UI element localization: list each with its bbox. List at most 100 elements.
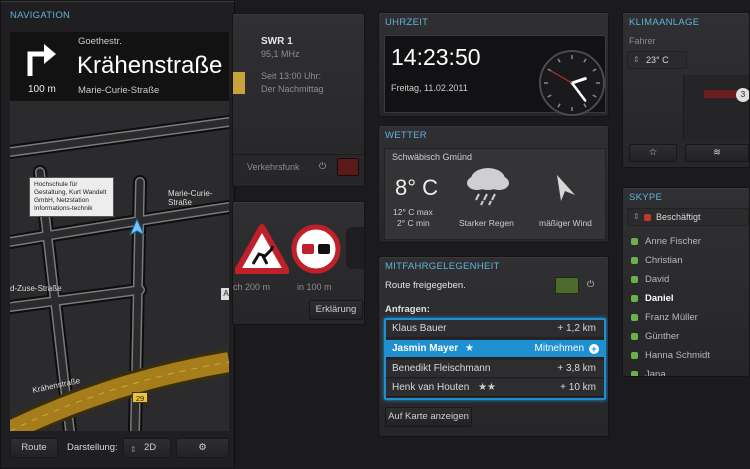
contact-item[interactable]: Jana [631, 366, 749, 377]
rain-cloud-icon [467, 168, 509, 206]
poi-callout[interactable]: Hochschule für Gestaltung, Kurt Wandelt … [29, 177, 114, 217]
contact-name: Daniel [645, 293, 674, 304]
traffic-signs-panel: ch 200 m in 100 m Erklärung [232, 201, 365, 325]
airflow-icon: ≋ [713, 147, 721, 158]
contact-item[interactable]: Christian [631, 252, 749, 270]
clock-display: 14:23:50 Freitag, 11.02.2011 [384, 35, 606, 116]
skype-panel: SKYPE ⇕ Beschäftigt Anne Fischer Christia… [622, 187, 750, 377]
temperature-value: 23° C [646, 55, 669, 65]
status-select[interactable]: ⇕ Beschäftigt [627, 208, 749, 226]
navigation-map[interactable]: 100 m Goethestr. Krähenstraße Marie-Curi… [10, 32, 229, 431]
ride-toggle[interactable] [555, 277, 579, 294]
requests-list: Klaus Bauer + 1,2 km Jasmin Mayer ★ Mitn… [384, 318, 606, 400]
contact-name: Franz Müller [645, 312, 698, 323]
take-along-label: Mitnehmen [534, 343, 584, 354]
divider [233, 154, 364, 155]
contact-name: Christian [645, 255, 683, 266]
clock-tick [592, 94, 597, 98]
request-distance: + 10 km [560, 382, 596, 393]
traffic-toggle[interactable] [337, 158, 359, 176]
minute-hand [570, 81, 587, 102]
level-badge: 3 [736, 88, 749, 102]
radio-panel: SWR 1 95,1 MHz Seit 13:00 Uhr: Der Nachm… [232, 13, 365, 187]
weather-max: 12° C max [393, 207, 433, 217]
contact-name: Jana [645, 369, 666, 377]
clock-tick [547, 94, 552, 98]
online-status-icon [631, 238, 638, 245]
navigation-panel: NAVIGATION 100 m Goethestr. Krähenstraße… [0, 0, 235, 469]
power-icon[interactable]: ⏻ [319, 161, 326, 172]
temperature-select[interactable]: ⇕ 23° C [627, 51, 687, 69]
darstellung-label: Darstellung: [67, 442, 118, 453]
radio-logo-icon [233, 72, 245, 94]
contact-item[interactable]: Günther [631, 328, 749, 346]
seat-visual [683, 75, 749, 141]
request-name: Henk van Houten [392, 382, 470, 393]
climate-panel: KLIMAANLAGE Fahrer ⇕ 23° C 3 ☆ ≋ [622, 12, 750, 168]
contact-item[interactable]: Franz Müller [631, 309, 749, 327]
wind-direction-icon [557, 175, 575, 201]
request-row[interactable]: Benedikt Fleischmann + 3,8 km [386, 360, 604, 378]
climate-header: KLIMAANLAGE [629, 17, 700, 28]
partial-sign-icon [346, 227, 364, 269]
online-status-icon [631, 295, 638, 302]
rating-stars: ★★ [478, 382, 496, 393]
online-status-icon [631, 352, 638, 359]
contact-item[interactable]: Hanna Schmidt [631, 347, 749, 365]
online-status-icon [631, 314, 638, 321]
street-label-marie-curie: Marie-Curie-Straße [168, 189, 213, 207]
sign-distance-1: ch 200 m [233, 282, 271, 292]
clock-tick [592, 68, 597, 72]
stepper-icon: ⇕ [633, 55, 640, 64]
clock-tick [547, 68, 552, 72]
contact-name: Hanna Schmidt [645, 350, 710, 361]
analog-clock-hands [544, 55, 600, 111]
direction-box: 100 m Goethestr. Krähenstraße Marie-Curi… [10, 32, 229, 101]
request-row-selected[interactable]: Jasmin Mayer ★ Mitnehmen + [386, 340, 604, 358]
digital-time: 14:23:50 [391, 44, 481, 70]
turn-distance: 100 m [28, 84, 56, 95]
ride-header: MITFAHRGELEGENHEIT [385, 261, 500, 272]
airflow-button[interactable]: ≋ [685, 144, 749, 162]
clock-panel: UHRZEIT 14:23:50 Freitag, 11.02.2011 [378, 12, 609, 117]
contact-name: Günther [645, 331, 680, 342]
settings-button[interactable]: ⚙ [176, 438, 229, 458]
contact-item[interactable]: David [631, 271, 749, 289]
deer-warning-sign-icon [235, 224, 289, 274]
stepper-icon: ⇕ [633, 212, 640, 221]
route-button[interactable]: Route [10, 438, 58, 458]
show-on-map-button[interactable]: Auf Karte anzeigen [385, 407, 472, 427]
radio-program: Der Nachmittag [261, 84, 324, 94]
request-row[interactable]: Klaus Bauer + 1,2 km [386, 320, 604, 338]
favorite-button[interactable]: ☆ [629, 144, 677, 162]
online-status-icon [631, 333, 638, 340]
analog-clock [539, 50, 605, 116]
request-row[interactable]: Henk van Houten ★★ + 10 km [386, 379, 604, 397]
skype-header: SKYPE [629, 192, 663, 203]
power-icon[interactable]: ⏻ [587, 279, 594, 290]
request-distance: + 3,8 km [557, 363, 596, 374]
second-hand [550, 70, 573, 84]
display-mode-select[interactable]: ⇕ 2D [123, 438, 171, 458]
contact-item[interactable]: Anne Fischer [631, 233, 749, 251]
radio-frequency: 95,1 MHz [261, 49, 300, 59]
explain-button[interactable]: Erklärung [309, 300, 363, 320]
navigation-toolbar: Route Darstellung: ⇕ 2D ⚙ [10, 438, 229, 458]
turn-right-arrow-icon [24, 40, 58, 76]
gear-icon: ⚙ [198, 442, 207, 453]
street-label-zuse: d-Zuse-Straße [10, 284, 62, 293]
clock-tick [557, 103, 561, 108]
hour-hand [570, 77, 587, 85]
contact-item[interactable]: Daniel [631, 290, 749, 308]
no-overtaking-sign-icon [291, 224, 341, 274]
weather-condition: Starker Regen [459, 218, 514, 228]
add-icon[interactable]: + [589, 344, 599, 354]
stepper-icon: ⇕ [130, 445, 137, 454]
request-distance: + 1,2 km [557, 323, 596, 334]
request-name: Jasmin Mayer [392, 343, 459, 354]
weather-city: Schwäbisch Gmünd [392, 152, 473, 162]
weather-panel: WETTER Schwäbisch Gmünd 8° C 12° C max 2… [378, 125, 609, 243]
online-status-icon [631, 257, 638, 264]
clock-header: UHRZEIT [385, 17, 429, 28]
next-street: Marie-Curie-Straße [78, 85, 160, 96]
